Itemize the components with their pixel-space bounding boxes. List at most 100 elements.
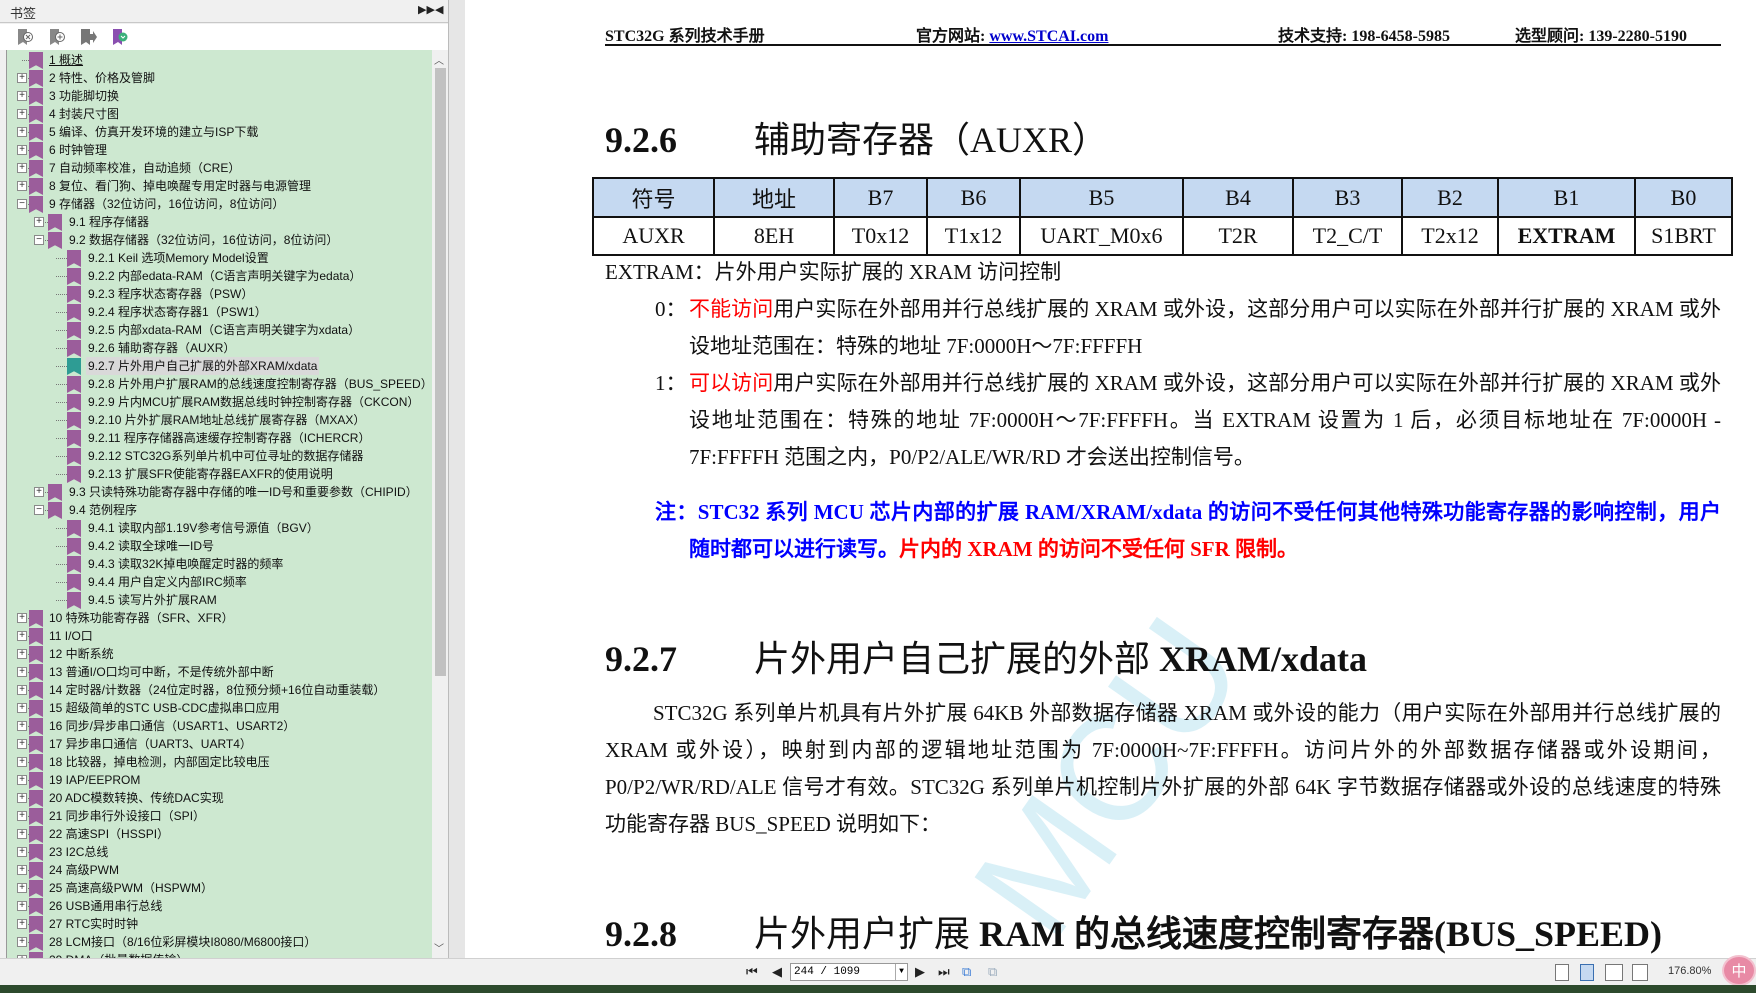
- bookmark-item[interactable]: 9.2.13 扩展SFR使能寄存器EAXFR的使用说明: [7, 465, 432, 483]
- expand-icon[interactable]: +: [17, 865, 27, 875]
- bookmark-scrollbar[interactable]: ︿ ﹀: [432, 50, 448, 958]
- scrollbar-thumb[interactable]: [435, 68, 446, 676]
- bookmark-item[interactable]: 9.2.11 程序存储器高速缓存控制寄存器（ICHERCR）: [7, 429, 432, 447]
- bookmark-item[interactable]: 9.2.12 STC32G系列单片机中可位寻址的数据存储器: [7, 447, 432, 465]
- expand-icon[interactable]: +: [17, 901, 27, 911]
- expand-icon[interactable]: +: [17, 127, 27, 137]
- expand-icon[interactable]: +: [17, 667, 27, 677]
- continuous-view-icon[interactable]: [1580, 964, 1594, 981]
- expand-icon[interactable]: +: [17, 757, 27, 767]
- expand-icon[interactable]: +: [17, 721, 27, 731]
- bookmark-item[interactable]: 9.2.1 Keil 选项Memory Model设置: [7, 249, 432, 267]
- bookmark-item[interactable]: +24 高级PWM: [7, 861, 432, 879]
- expand-icon[interactable]: +: [17, 181, 27, 191]
- bookmark-item[interactable]: +28 LCM接口（8/16位彩屏模块I8080/M6800接口）: [7, 933, 432, 951]
- expand-icon[interactable]: +: [17, 883, 27, 893]
- bookmark-item[interactable]: +20 ADC模数转换、传统DAC实现: [7, 789, 432, 807]
- previous-page-icon[interactable]: ◀: [772, 964, 782, 980]
- previous-view-icon[interactable]: ⧉: [962, 964, 971, 980]
- next-page-icon[interactable]: ▶: [915, 964, 925, 980]
- expand-icon[interactable]: +: [17, 631, 27, 641]
- collapse-icon[interactable]: −: [17, 199, 27, 209]
- expand-icon[interactable]: +: [17, 703, 27, 713]
- bookmark-item[interactable]: +4 封装尺寸图: [7, 105, 432, 123]
- page-number-input[interactable]: 244 / 1099 ▼: [790, 963, 908, 981]
- panel-splitter[interactable]: [448, 0, 465, 958]
- expand-icon[interactable]: +: [34, 487, 44, 497]
- bookmark-item[interactable]: − 9 存储器（32位访问，16位访问，8位访问）: [7, 195, 432, 213]
- bookmark-item[interactable]: 9.4.2 读取全球唯一ID号: [7, 537, 432, 555]
- bookmark-item[interactable]: +25 高速高级PWM（HSPWM）: [7, 879, 432, 897]
- expand-icon[interactable]: +: [17, 163, 27, 173]
- bookmark-item[interactable]: +18 比较器，掉电检测，内部固定比较电压: [7, 753, 432, 771]
- expand-icon[interactable]: +: [17, 73, 27, 83]
- bookmark-item[interactable]: +23 I2C总线: [7, 843, 432, 861]
- bookmark-item[interactable]: 9.2.7 片外用户自己扩展的外部XRAM/xdata: [7, 357, 432, 375]
- bookmark-item[interactable]: +5 编译、仿真开发环境的建立与ISP下载: [7, 123, 432, 141]
- expand-icon[interactable]: +: [17, 793, 27, 803]
- bookmark-item[interactable]: +9.1 程序存储器: [7, 213, 432, 231]
- bookmark-item[interactable]: +15 超级简单的STC USB-CDC虚拟串口应用: [7, 699, 432, 717]
- bookmark-item[interactable]: +2 特性、价格及管脚: [7, 69, 432, 87]
- expand-icon[interactable]: +: [17, 649, 27, 659]
- single-page-view-icon[interactable]: [1555, 964, 1569, 981]
- zoom-level[interactable]: 176.80%: [1668, 965, 1711, 977]
- bookmark-item[interactable]: +12 中断系统: [7, 645, 432, 663]
- scroll-down-icon[interactable]: ﹀: [434, 940, 444, 955]
- bookmark-item[interactable]: − 9.4 范例程序: [7, 501, 432, 519]
- expand-icon[interactable]: +: [17, 91, 27, 101]
- expand-icon[interactable]: +: [17, 811, 27, 821]
- bookmark-item[interactable]: 9.2.6 辅助寄存器（AUXR）: [7, 339, 432, 357]
- bookmark-item[interactable]: +9.3 只读特殊功能寄存器中存储的唯一ID号和重要参数（CHIPID）: [7, 483, 432, 501]
- bookmark-item[interactable]: +6 时钟管理: [7, 141, 432, 159]
- add-bookmark-icon[interactable]: [48, 28, 66, 46]
- expand-icon[interactable]: +: [17, 145, 27, 155]
- facing-view-icon[interactable]: [1605, 964, 1623, 981]
- expand-icon[interactable]: +: [17, 613, 27, 623]
- bookmark-item[interactable]: 9.2.10 片外扩展RAM地址总线扩展寄存器（MXAX）: [7, 411, 432, 429]
- bookmark-item[interactable]: 9.2.9 片内MCU扩展RAM数据总线时钟控制寄存器（CKCON）: [7, 393, 432, 411]
- scroll-up-icon[interactable]: ︿: [434, 52, 444, 67]
- bookmark-item[interactable]: 9.2.8 片外用户扩展RAM的总线速度控制寄存器（BUS_SPEED）: [7, 375, 432, 393]
- expand-icon[interactable]: +: [17, 937, 27, 947]
- expand-icon[interactable]: +: [17, 685, 27, 695]
- expand-icon[interactable]: +: [34, 217, 44, 227]
- goto-bookmark-icon[interactable]: [79, 28, 97, 46]
- bookmark-item[interactable]: +26 USB通用串行总线: [7, 897, 432, 915]
- bookmark-item[interactable]: +11 I/O口: [7, 627, 432, 645]
- bookmark-item[interactable]: 9.4.1 读取内部1.19V参考信号源值（BGV）: [7, 519, 432, 537]
- bookmark-item[interactable]: +14 定时器/计数器（24位定时器，8位预分频+16位自动重装载）: [7, 681, 432, 699]
- bookmark-item[interactable]: 9.4.5 读写片外扩展RAM: [7, 591, 432, 609]
- expand-icon[interactable]: +: [17, 847, 27, 857]
- expand-icon[interactable]: +: [17, 829, 27, 839]
- bookmark-item[interactable]: +10 特殊功能寄存器（SFR、XFR）: [7, 609, 432, 627]
- bookmark-item[interactable]: +8 复位、看门狗、掉电唤醒专用定时器与电源管理: [7, 177, 432, 195]
- collapse-icon[interactable]: −: [34, 235, 44, 245]
- ime-indicator[interactable]: 中: [1722, 955, 1756, 986]
- collapse-panel-icon[interactable]: ◀: [435, 3, 443, 16]
- expand-icon[interactable]: +: [17, 109, 27, 119]
- bookmark-item[interactable]: 9.2.5 内部xdata-RAM（C语言声明关键字为xdata）: [7, 321, 432, 339]
- bookmark-item[interactable]: 9.2.3 程序状态寄存器（PSW）: [7, 285, 432, 303]
- website-link[interactable]: www.STCAI.com: [989, 28, 1108, 45]
- last-page-icon[interactable]: ⏭: [938, 964, 950, 980]
- bookmark-item[interactable]: 9.2.2 内部edata-RAM（C语言声明关键字为edata）: [7, 267, 432, 285]
- bookmark-item[interactable]: +21 同步串行外设接口（SPI）: [7, 807, 432, 825]
- bookmark-item[interactable]: +17 异步串口通信（UART3、UART4）: [7, 735, 432, 753]
- bookmark-properties-icon[interactable]: [111, 28, 129, 46]
- bookmark-item[interactable]: 9.2.4 程序状态寄存器1（PSW1）: [7, 303, 432, 321]
- bookmark-item[interactable]: 1 概述: [7, 51, 432, 69]
- expand-icon[interactable]: +: [17, 739, 27, 749]
- bookmark-item[interactable]: +19 IAP/EEPROM: [7, 771, 432, 789]
- continuous-facing-view-icon[interactable]: [1632, 964, 1648, 981]
- bookmark-item[interactable]: 9.4.4 用户自定义内部IRC频率: [7, 573, 432, 591]
- bookmark-item[interactable]: +29 DMA（批量数据传输）: [7, 951, 432, 958]
- bookmark-item[interactable]: 9.4.3 读取32K掉电唤醒定时器的频率: [7, 555, 432, 573]
- bookmark-item[interactable]: +3 功能脚切换: [7, 87, 432, 105]
- page-dropdown-icon[interactable]: ▼: [895, 964, 907, 980]
- bookmark-item[interactable]: +22 高速SPI（HSSPI）: [7, 825, 432, 843]
- bookmark-item[interactable]: +7 自动频率校准，自动追频（CRE）: [7, 159, 432, 177]
- bookmark-item[interactable]: +16 同步/异步串口通信（USART1、USART2）: [7, 717, 432, 735]
- expand-icon[interactable]: +: [17, 775, 27, 785]
- bookmark-item[interactable]: +27 RTC实时时钟: [7, 915, 432, 933]
